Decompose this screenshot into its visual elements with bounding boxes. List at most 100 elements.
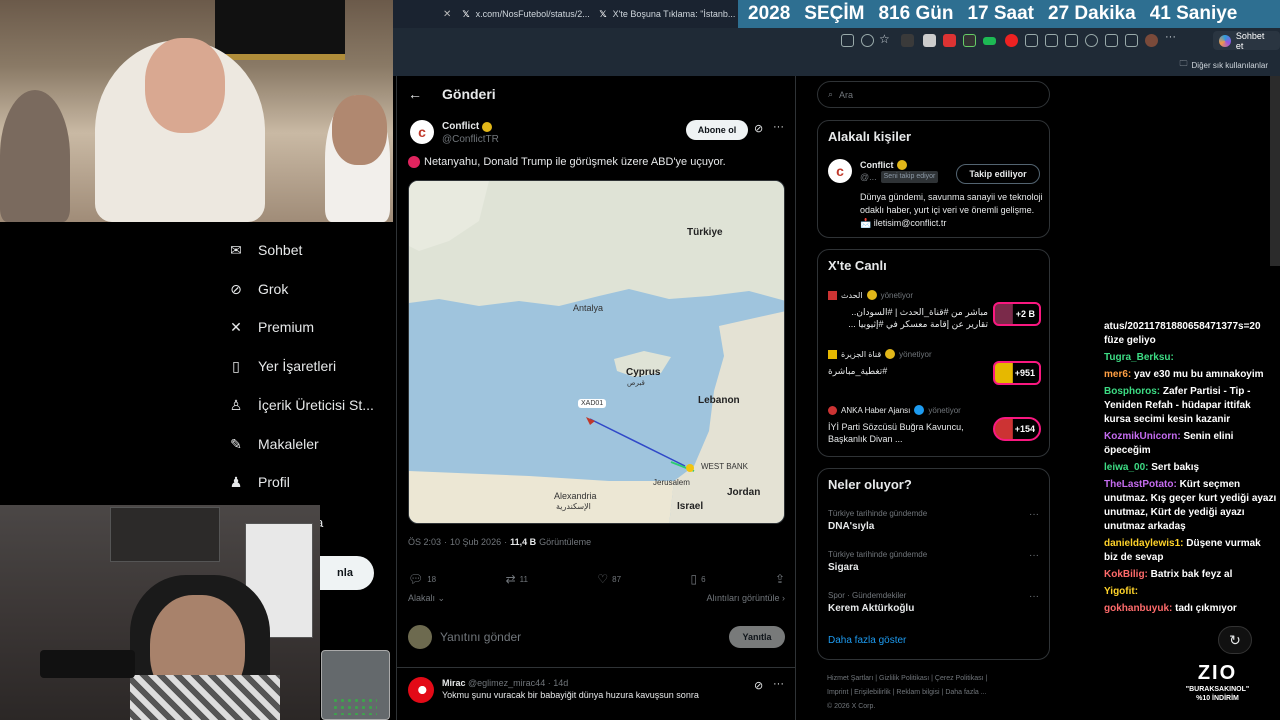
extension-icon[interactable] <box>1005 34 1018 47</box>
extension-icon[interactable] <box>983 37 996 45</box>
chat-username[interactable]: leiwa_00: <box>1104 462 1148 473</box>
post-date[interactable]: 10 Şub 2026 <box>450 537 501 547</box>
show-more-link[interactable]: Daha fazla göster <box>828 635 906 646</box>
footer-link[interactable]: Erişilebilirlik <box>854 689 891 696</box>
post-time[interactable]: ÖS 2:03 <box>408 537 441 547</box>
profile-avatar-icon[interactable] <box>1145 34 1158 47</box>
grok-icon[interactable]: ⊘ <box>754 679 763 692</box>
user-avatar[interactable] <box>408 625 432 649</box>
share-action[interactable]: ⇪ <box>775 572 785 586</box>
collections-icon[interactable] <box>1105 34 1118 47</box>
footer-link[interactable]: Reklam bilgisi <box>896 689 939 696</box>
reply-author-handle[interactable]: @eglimez_mirac44 <box>468 678 545 688</box>
extension-icon[interactable] <box>963 34 976 47</box>
chat-username[interactable]: KokBilig: <box>1104 569 1148 580</box>
nav-item-bookmarks[interactable]: ▯ Yer İşaretleri <box>228 358 336 375</box>
chat-username[interactable]: Bosphoros: <box>1104 386 1160 397</box>
egypt-landmass <box>409 471 674 523</box>
trend-item[interactable]: Spor · Gündemdekiler Kerem Aktürkoğlu ··… <box>828 591 1041 614</box>
reply-action[interactable]: 💬︎ 18 <box>408 572 436 586</box>
more-options-icon[interactable]: ··· <box>1029 591 1039 602</box>
repost-action[interactable]: ⇄ 11 <box>506 572 528 586</box>
tab-2[interactable]: 𝕏 X'te Boşuna Tıklama: "İstanb... ✕ <box>593 0 738 28</box>
reply-input[interactable]: Yanıtını gönder <box>440 630 721 644</box>
live-item[interactable]: ANKA Haber Ajansı yönetiyor İYİ Parti Söz… <box>828 405 1041 445</box>
footer-link[interactable]: Hizmet Şartları <box>827 675 873 682</box>
zoom-icon[interactable] <box>861 34 874 47</box>
trend-item[interactable]: Türkiye tarihinde gündemde DNA'sıyla ··· <box>828 509 1041 532</box>
extension-icon[interactable] <box>943 34 956 47</box>
tab-1[interactable]: 𝕏 x.com/NosFutebol/status/2... ✕ <box>456 0 593 28</box>
copilot-chat-button[interactable]: Sohbet et <box>1213 31 1280 51</box>
refresh-icon[interactable]: ↻ <box>1218 626 1252 654</box>
more-options-icon[interactable]: ··· <box>1029 550 1039 561</box>
author-avatar[interactable]: c <box>410 120 434 144</box>
more-options-icon[interactable]: ··· <box>1029 509 1039 520</box>
author-handle[interactable]: @ConflictTR <box>442 133 499 146</box>
author-name[interactable]: Conflict <box>442 120 479 133</box>
search-input[interactable]: Ara <box>839 90 853 100</box>
footer-link[interactable]: Imprint <box>827 689 848 696</box>
post-media-map[interactable]: Türkiye Antalya Cyprus قبرص Lebanon WEST… <box>408 180 785 524</box>
star-icon[interactable]: ☆ <box>879 32 892 46</box>
search-box[interactable]: ⌕ Ara <box>817 81 1050 108</box>
map-shapes <box>409 181 784 523</box>
turkish-flag-avatar[interactable] <box>408 677 434 703</box>
reply-button[interactable]: Yanıtla <box>729 626 785 648</box>
favorites-icon[interactable] <box>1065 34 1078 47</box>
bookmark-count: 6 <box>701 574 706 584</box>
other-bookmarks-link[interactable]: Diğer sık kullanılanlar <box>1192 61 1268 70</box>
verified-badge-icon <box>914 405 925 415</box>
chat-username[interactable]: danieldaylewis1: <box>1104 538 1183 549</box>
footer-link[interactable]: Çerez Politikası <box>935 675 984 682</box>
chat-username[interactable]: gokhanbuyuk: <box>1104 603 1172 614</box>
post-author[interactable]: c Conflict @ConflictTR <box>410 120 499 146</box>
live-item[interactable]: قناة الجزيرة yönetiyor تغطية_مباشرة# +951 <box>828 349 1041 385</box>
reply-count: 18 <box>427 574 437 584</box>
related-handle[interactable]: @... <box>860 171 877 183</box>
nav-item-premium[interactable]: ✕ Premium <box>228 319 314 336</box>
reply-author-name[interactable]: Mirac <box>442 678 466 688</box>
screenshot-icon[interactable] <box>1125 34 1138 47</box>
post-button[interactable]: nla <box>316 556 374 590</box>
reply-time[interactable]: 14d <box>553 678 568 688</box>
split-icon[interactable] <box>1045 34 1058 47</box>
following-button[interactable]: Takip ediliyor <box>956 164 1040 184</box>
nav-item-chat[interactable]: ✉ Sohbet <box>228 242 302 259</box>
extension-icon[interactable] <box>901 34 914 47</box>
view-quotes-link[interactable]: Alıntıları görüntüle › <box>706 593 785 604</box>
scrollbar[interactable] <box>1270 76 1280 266</box>
heart-icon: ♡ <box>597 572 609 586</box>
more-options-icon[interactable]: ··· <box>773 121 784 133</box>
related-name[interactable]: Conflict <box>860 159 894 171</box>
back-arrow-icon[interactable]: ← <box>408 86 422 102</box>
like-action[interactable]: ♡ 87 <box>597 572 621 586</box>
repost-count: 11 <box>519 574 528 584</box>
reply-item[interactable]: Mirac @eglimez_mirac44 · 14d Yokmu şunu … <box>408 677 699 703</box>
grok-icon[interactable]: ⊘ <box>754 122 763 135</box>
chat-username[interactable]: TheLastPotato: <box>1104 479 1177 490</box>
more-options-icon[interactable]: ··· <box>773 678 784 690</box>
sort-dropdown[interactable]: Alakalı ⌄ <box>408 593 445 604</box>
chat-username[interactable]: Yigofit: <box>1104 586 1138 597</box>
puzzle-icon[interactable] <box>1025 34 1038 47</box>
nav-item-articles[interactable]: ✎ Makaleler <box>228 436 319 453</box>
nav-item-grok[interactable]: ⊘ Grok <box>228 281 288 298</box>
footer-link[interactable]: Gizlilik Politikası <box>879 675 929 682</box>
trend-item[interactable]: Türkiye tarihinde gündemde Sigara ··· <box>828 550 1041 573</box>
tab-close-icon[interactable]: ✕ <box>393 0 456 28</box>
grid-icon[interactable] <box>841 34 854 47</box>
footer-link[interactable]: Daha fazla ... <box>945 689 986 696</box>
chat-username[interactable]: Tugra_Berksu: <box>1104 352 1174 363</box>
more-icon[interactable]: ··· <box>1165 31 1178 44</box>
chat-username[interactable]: mer6: <box>1104 369 1131 380</box>
related-avatar[interactable]: c <box>828 159 852 183</box>
nav-item-profile[interactable]: ♟ Profil <box>228 474 290 491</box>
live-item[interactable]: الحدث yönetiyor مباشر من #قناة_الحدث | #ا… <box>828 290 1041 330</box>
bookmark-action[interactable]: ▯ 6 <box>690 572 705 586</box>
extension-icon[interactable] <box>923 34 936 47</box>
subscribe-button[interactable]: Abone ol <box>686 120 748 140</box>
nav-item-creator-studio[interactable]: ♙ İçerik Üreticisi St... <box>228 397 374 414</box>
heart-icon[interactable] <box>1085 34 1098 47</box>
chat-username[interactable]: KozmikUnicorn: <box>1104 431 1181 442</box>
